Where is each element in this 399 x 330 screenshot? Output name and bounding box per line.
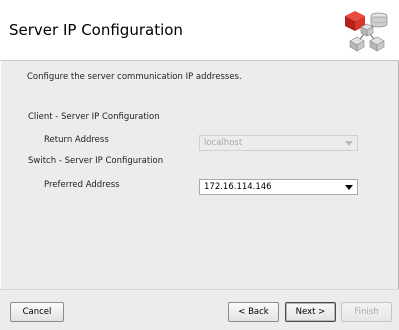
- cancel-button-label: Cancel: [22, 307, 52, 317]
- return-address-value: localhost: [204, 138, 243, 148]
- footer-divider: [0, 289, 399, 290]
- preferred-address-label: Preferred Address: [44, 180, 120, 190]
- preferred-address-combo[interactable]: 172.16.114.146: [199, 179, 358, 195]
- next-button[interactable]: Next >: [285, 302, 336, 322]
- network-nodes-logo-icon: [345, 11, 388, 52]
- preferred-address-value: 172.16.114.146: [204, 182, 272, 192]
- chevron-down-icon: [345, 185, 353, 190]
- page-description: Configure the server communication IP ad…: [27, 72, 242, 82]
- return-address-label: Return Address: [44, 135, 109, 145]
- return-address-combo[interactable]: localhost: [199, 135, 358, 151]
- wizard-header: Server IP Configuration: [0, 0, 399, 61]
- finish-button-label: Finish: [354, 307, 379, 317]
- wizard-content: Configure the server communication IP ad…: [0, 61, 399, 289]
- client-section-title: Client - Server IP Configuration: [28, 112, 160, 122]
- switch-section-title: Switch - Server IP Configuration: [28, 156, 164, 166]
- back-button[interactable]: < Back: [228, 302, 279, 322]
- finish-button[interactable]: Finish: [341, 302, 392, 322]
- next-button-label: Next >: [295, 307, 326, 317]
- back-button-label: < Back: [238, 307, 269, 317]
- chevron-down-icon: [345, 141, 353, 146]
- cancel-button[interactable]: Cancel: [10, 302, 64, 322]
- page-title: Server IP Configuration: [9, 21, 183, 39]
